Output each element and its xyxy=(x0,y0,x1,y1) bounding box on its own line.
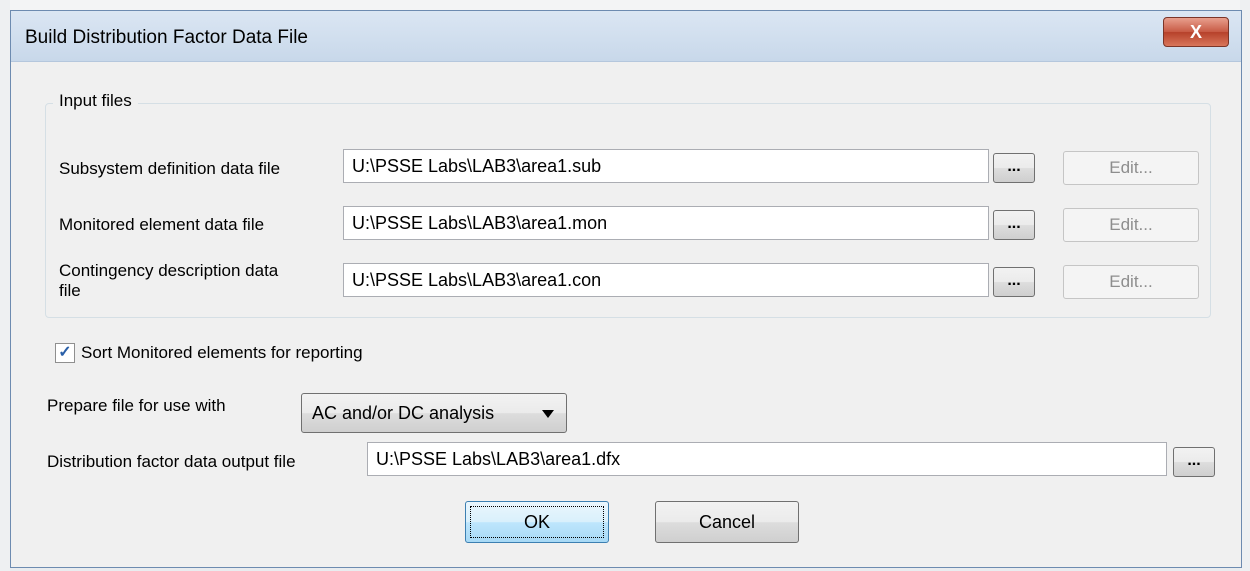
contingency-file-label-line2: file xyxy=(59,281,81,300)
close-icon: X xyxy=(1189,21,1202,42)
subsystem-file-label: Subsystem definition data file xyxy=(59,159,281,178)
monitored-file-input[interactable]: U:\PSSE Labs\LAB3\area1.mon xyxy=(343,206,989,240)
monitored-edit-button[interactable]: Edit... xyxy=(1063,208,1199,242)
contingency-file-label-line1: Contingency description data xyxy=(59,261,279,280)
background-left xyxy=(0,0,10,571)
monitored-file-label: Monitored element data file xyxy=(59,215,265,234)
contingency-file-input[interactable]: U:\PSSE Labs\LAB3\area1.con xyxy=(343,263,989,297)
analysis-type-value: AC and/or DC analysis xyxy=(312,403,495,423)
subsystem-file-input[interactable]: U:\PSSE Labs\LAB3\area1.sub xyxy=(343,149,989,183)
prepare-file-label: Prepare file for use with xyxy=(47,396,226,415)
close-button[interactable]: X xyxy=(1163,17,1229,47)
sort-monitored-checkbox[interactable]: ✓ xyxy=(55,343,75,363)
subsystem-edit-button[interactable]: Edit... xyxy=(1063,151,1199,185)
input-files-group-label: Input files xyxy=(53,91,138,111)
checkmark-icon: ✓ xyxy=(58,344,72,361)
monitored-browse-button[interactable]: ... xyxy=(993,210,1035,240)
cancel-button[interactable]: Cancel xyxy=(655,501,799,543)
contingency-browse-button[interactable]: ... xyxy=(993,267,1035,297)
dialog-client-area: Input files Subsystem definition data fi… xyxy=(23,69,1229,559)
dialog-window: Build Distribution Factor Data File X In… xyxy=(10,10,1242,568)
focus-rectangle xyxy=(470,506,604,538)
contingency-edit-button[interactable]: Edit... xyxy=(1063,265,1199,299)
title-bar[interactable]: Build Distribution Factor Data File X xyxy=(11,11,1241,62)
output-file-input[interactable]: U:\PSSE Labs\LAB3\area1.dfx xyxy=(367,442,1167,476)
sort-monitored-label[interactable]: Sort Monitored elements for reporting xyxy=(81,343,363,363)
output-browse-button[interactable]: ... xyxy=(1173,447,1215,477)
subsystem-browse-button[interactable]: ... xyxy=(993,153,1035,183)
analysis-type-dropdown[interactable]: AC and/or DC analysis xyxy=(301,393,567,433)
dropdown-arrow-icon xyxy=(542,410,554,418)
output-file-label: Distribution factor data output file xyxy=(47,452,296,471)
ok-button[interactable]: OK xyxy=(465,501,609,543)
contingency-file-label: Contingency description data file xyxy=(59,261,278,301)
window-title: Build Distribution Factor Data File xyxy=(25,27,308,48)
cancel-button-label: Cancel xyxy=(698,512,756,532)
